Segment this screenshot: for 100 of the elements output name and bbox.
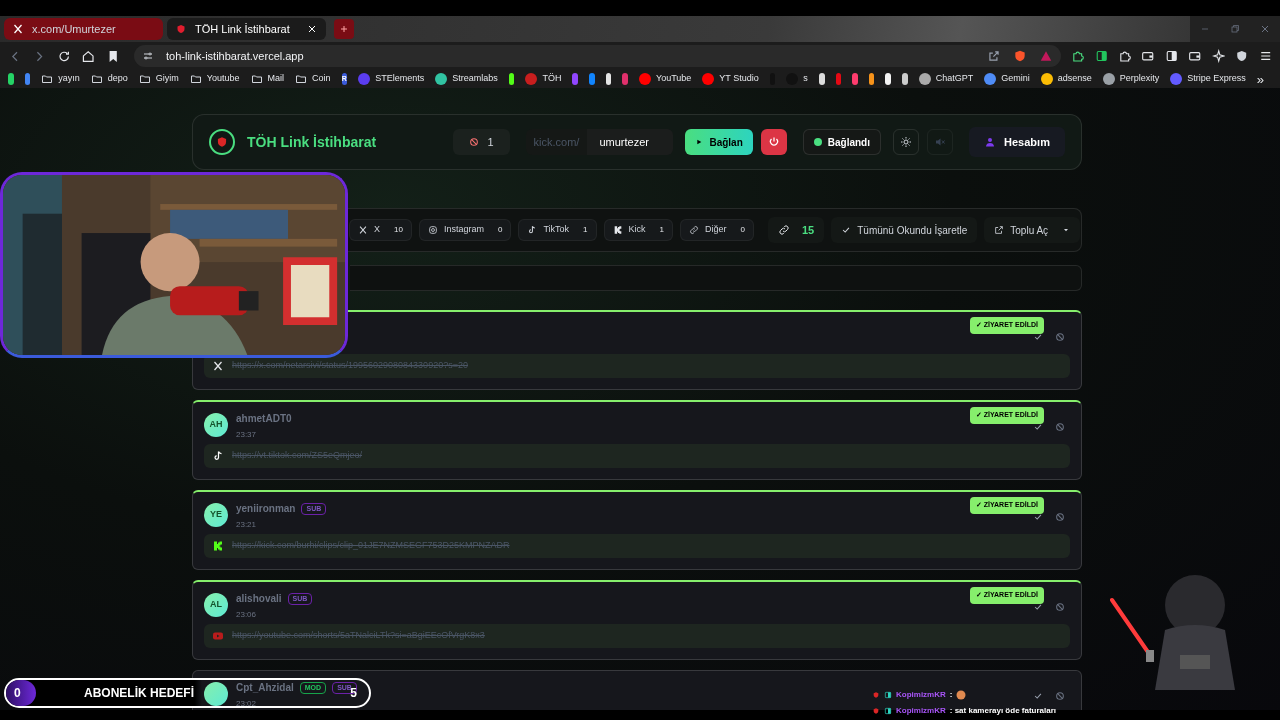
close-icon[interactable] xyxy=(306,23,318,35)
puzzle-icon[interactable] xyxy=(1071,49,1085,63)
home-icon[interactable] xyxy=(81,48,96,64)
sun-icon xyxy=(900,136,912,148)
music-note-icon xyxy=(212,450,224,462)
plus-icon xyxy=(338,23,350,35)
user-icon xyxy=(984,136,997,148)
message-time: 23:37 xyxy=(236,430,258,439)
bookmark[interactable]: Coin xyxy=(295,72,331,86)
bookmark[interactable]: Stripe Express xyxy=(1170,72,1246,86)
sliders-icon[interactable] xyxy=(142,50,155,62)
user-avatar xyxy=(204,682,228,706)
bookmark[interactable]: Youtube xyxy=(189,72,240,86)
username: alishovali xyxy=(236,592,282,606)
filter-chip[interactable]: TikTok 1 xyxy=(518,219,597,241)
bookmark[interactable]: yayın xyxy=(41,72,80,86)
new-tab-button[interactable] xyxy=(334,19,354,39)
play-icon xyxy=(212,630,224,642)
shield-icon[interactable] xyxy=(1235,49,1249,63)
bookmark[interactable]: STElements xyxy=(358,72,425,86)
connect-button[interactable]: Bağlan xyxy=(685,129,753,155)
block-icon[interactable] xyxy=(1055,422,1065,432)
chat-message: : xyxy=(949,689,953,701)
theme-button[interactable] xyxy=(893,129,919,155)
user-avatar: AL xyxy=(204,593,228,617)
filter-chip[interactable]: Instagram 0 xyxy=(418,219,512,241)
bookmark[interactable]: adsense xyxy=(1040,72,1092,86)
wallet-icon[interactable] xyxy=(1141,49,1155,63)
triangle-icon[interactable] xyxy=(1039,49,1054,63)
bookmark[interactable]: Gemini xyxy=(984,72,1030,86)
more-bookmarks-button[interactable]: » xyxy=(1256,72,1265,86)
wallet-icon[interactable] xyxy=(1188,49,1202,63)
bookmark[interactable]: Mail xyxy=(250,72,285,86)
goal-title: ABONELİK HEDEFİ xyxy=(84,685,194,702)
block-icon[interactable] xyxy=(1055,602,1065,612)
message-time: 23:02 xyxy=(236,699,258,708)
disconnect-button[interactable] xyxy=(760,129,787,155)
account-button[interactable]: Hesabım xyxy=(969,127,1065,157)
bookmark[interactable]: TÖH xyxy=(525,72,562,86)
caret-icon xyxy=(1062,226,1071,234)
shield-icon xyxy=(175,23,187,35)
block-icon[interactable] xyxy=(1055,332,1065,342)
search-field[interactable] xyxy=(350,265,1082,291)
link-icon xyxy=(777,224,790,236)
check-icon[interactable] xyxy=(1033,691,1043,701)
site-icon[interactable] xyxy=(8,73,14,85)
music-note-icon xyxy=(527,225,538,235)
chat-username: KopimizmKR xyxy=(896,689,946,701)
user-avatar: AH xyxy=(204,413,228,437)
bookmark[interactable]: depo xyxy=(90,72,128,86)
filter-chip[interactable]: X 10 xyxy=(349,219,412,241)
share-icon[interactable] xyxy=(987,49,1002,63)
site-icon[interactable] xyxy=(818,73,825,85)
sidebar-icon[interactable] xyxy=(1164,49,1179,63)
mark-all-read-button[interactable]: Tümünü Okundu İşaretle xyxy=(831,217,978,243)
link-icon xyxy=(689,225,699,235)
check-icon[interactable] xyxy=(1033,332,1043,342)
user-avatar: YE xyxy=(204,503,228,527)
site-icon[interactable] xyxy=(902,73,908,85)
username: ahmetADT0 xyxy=(236,412,292,426)
check-icon[interactable] xyxy=(1033,512,1043,522)
bookmark[interactable]: YouTube xyxy=(639,72,692,86)
bookmark[interactable]: Perplexity xyxy=(1102,72,1160,86)
bookmark[interactable]: Streamlabs xyxy=(435,72,498,86)
filter-chip[interactable]: Diğer 0 xyxy=(680,219,754,241)
menu-icon[interactable] xyxy=(1258,49,1272,63)
site-icon[interactable] xyxy=(605,73,612,85)
site-icon[interactable] xyxy=(885,73,892,85)
folder-icon xyxy=(250,73,263,85)
folder-icon xyxy=(90,73,103,85)
bookmark[interactable]: Giyim xyxy=(138,72,179,86)
message-time: 23:21 xyxy=(236,520,258,529)
bulk-open-button[interactable]: Toplu Aç xyxy=(984,217,1081,243)
bookmark[interactable]: ChatGPT xyxy=(918,72,974,86)
filter-chip[interactable]: Kick 1 xyxy=(603,219,673,241)
x-logo-icon xyxy=(358,225,368,235)
bookmark[interactable]: s xyxy=(786,72,808,86)
channel-field[interactable]: kick.com/ umurtezer xyxy=(525,129,674,155)
link-counter: 15 xyxy=(767,217,825,243)
folder-icon xyxy=(295,73,308,85)
site-icon[interactable] xyxy=(508,73,515,85)
puzzle-icon[interactable] xyxy=(1117,49,1132,63)
app-title: TÖH Link İstihbarat xyxy=(247,132,377,152)
chat-username: KopimizmKR xyxy=(896,705,946,717)
bookmark[interactable]: YT Studio xyxy=(702,72,759,86)
username: yeniironman xyxy=(236,502,296,516)
address-bar[interactable]: toh-link-istihbarat.vercel.app xyxy=(134,45,1062,67)
blocked-counter[interactable]: 1 xyxy=(453,129,510,155)
check-icon xyxy=(841,225,852,235)
block-icon[interactable] xyxy=(1055,691,1065,701)
panel-icon[interactable] xyxy=(1094,49,1108,63)
check-icon[interactable] xyxy=(1033,422,1043,432)
block-icon[interactable] xyxy=(1055,512,1065,522)
browser-tab[interactable]: x.com/Umurtezer xyxy=(4,18,163,40)
site-icon[interactable] xyxy=(868,73,875,85)
sparkle-icon[interactable] xyxy=(1211,49,1226,63)
kick-logo-icon xyxy=(212,540,224,552)
restore-icon xyxy=(1229,23,1241,35)
check-icon[interactable] xyxy=(1033,602,1043,612)
browser-tab[interactable]: TÖH Link İstihbarat xyxy=(167,18,326,40)
